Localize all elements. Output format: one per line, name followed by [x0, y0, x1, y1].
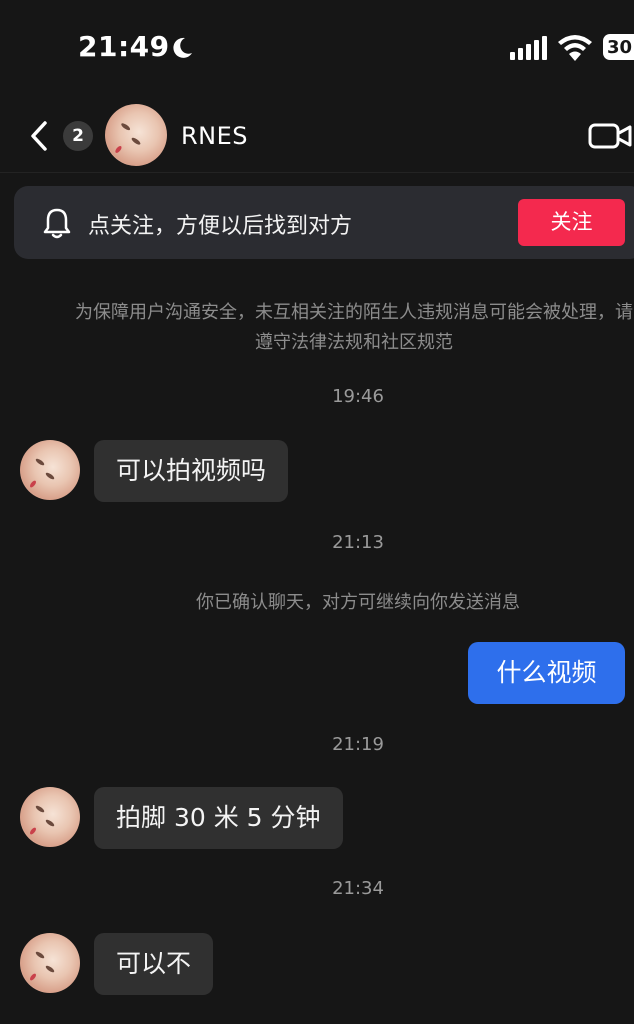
video-call-icon[interactable]: [588, 122, 632, 150]
timestamp: 21:13: [332, 532, 384, 553]
bell-icon: [43, 208, 71, 239]
incoming-message-bubble[interactable]: 可以不: [94, 933, 214, 995]
chat-header: 2 RNES: [0, 98, 634, 173]
follow-button[interactable]: 关注: [518, 199, 625, 246]
status-time: 21:49: [78, 30, 170, 63]
moon-icon: [173, 37, 192, 58]
timestamp: 21:19: [332, 734, 384, 755]
timestamp: 19:46: [332, 386, 384, 407]
timestamp: 21:34: [332, 878, 384, 899]
battery-level: 30: [607, 36, 633, 58]
contact-avatar[interactable]: [105, 104, 167, 166]
sender-avatar[interactable]: [20, 933, 80, 993]
wifi-icon: [558, 35, 592, 61]
safety-notice: 为保障用户沟通安全，未互相关注的陌生人违规消息可能会被处理，请遵守法律法规和社区…: [75, 302, 633, 353]
system-message: 你已确认聊天，对方可继续向你发送消息: [196, 592, 520, 613]
sender-avatar[interactable]: [20, 440, 80, 500]
incoming-message-bubble[interactable]: 拍脚 30 米 5 分钟: [94, 787, 343, 849]
contact-name[interactable]: RNES: [181, 122, 248, 150]
incoming-message-bubble[interactable]: 可以拍视频吗: [94, 440, 289, 502]
chat-screen: 21:49 30 2 RNES 点关注，方便以后找到对方 关注 为保障用户沟通安…: [0, 0, 634, 1024]
cellular-signal-icon: [510, 36, 547, 60]
outgoing-message-bubble[interactable]: 什么视频: [468, 642, 625, 704]
unread-count-badge: 2: [63, 121, 93, 151]
follow-banner: 点关注，方便以后找到对方 关注: [14, 186, 634, 259]
battery-indicator: 30: [603, 34, 634, 60]
back-arrow-icon[interactable]: [28, 120, 50, 152]
sender-avatar[interactable]: [20, 787, 80, 847]
follow-prompt-text: 点关注，方便以后找到对方: [88, 214, 353, 239]
